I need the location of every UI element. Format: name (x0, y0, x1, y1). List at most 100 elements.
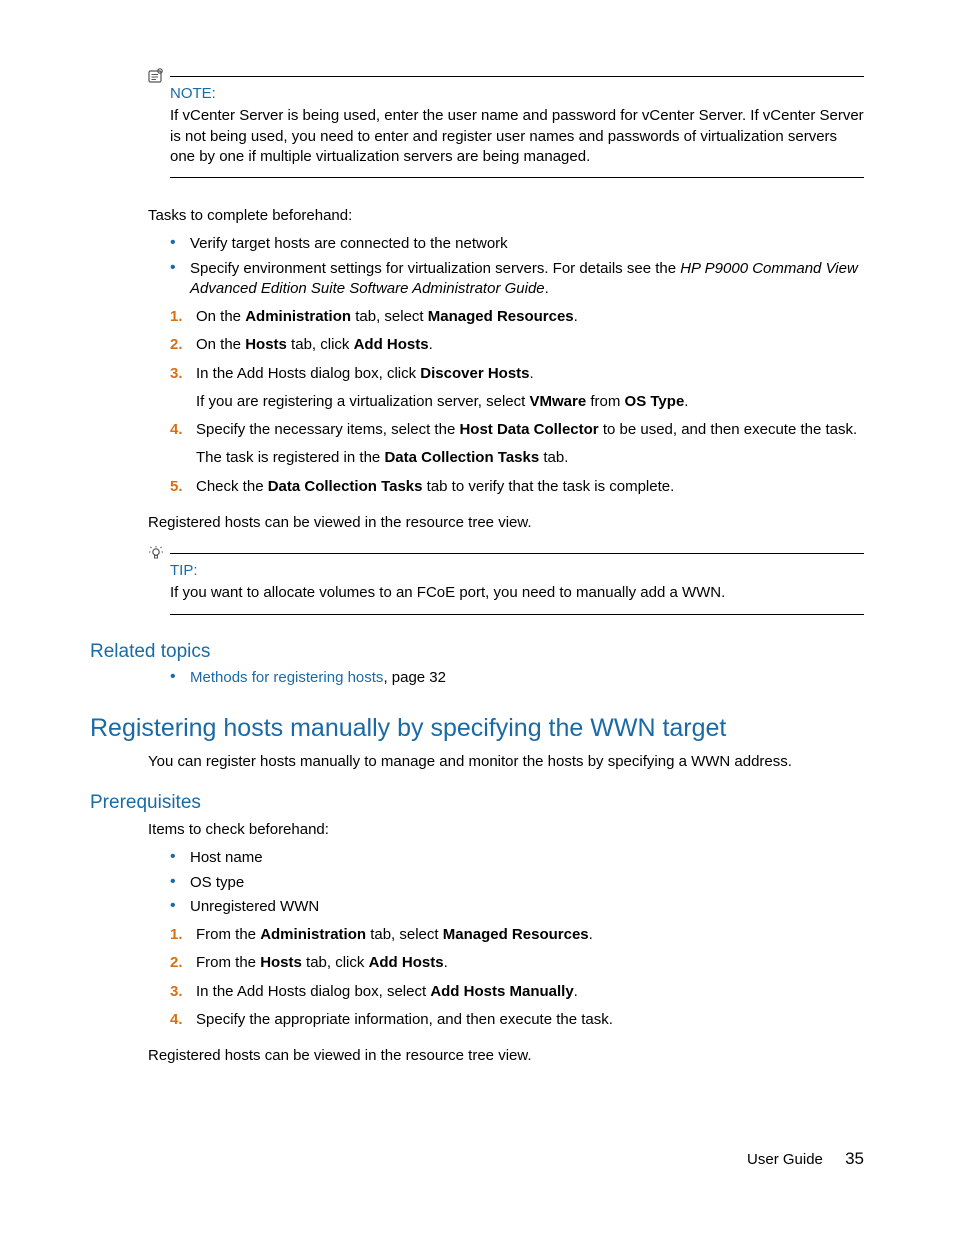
step-text: tab. (539, 449, 568, 466)
bullet-text: Verify target hosts are connected to the… (190, 235, 508, 252)
prerequisites-heading: Prerequisites (90, 790, 864, 816)
step-text: Specify the necessary items, select the (196, 421, 459, 438)
step-text: . (530, 365, 534, 382)
page-number: 35 (845, 1149, 864, 1168)
step-text: tab, click (287, 336, 354, 353)
tip-body: If you want to allocate volumes to an FC… (170, 583, 864, 603)
step-text: Specify the appropriate information, and… (196, 1011, 613, 1028)
step-bold: Hosts (260, 954, 302, 971)
prerequisites-body: Items to check beforehand: Host name OS … (148, 820, 864, 1066)
step-text: . (574, 308, 578, 325)
step-text: . (444, 954, 448, 971)
list-item: Host name (170, 848, 864, 868)
section2-intro: You can register hosts manually to manag… (148, 752, 864, 772)
steps-list-2: From the Administration tab, select Mana… (148, 925, 864, 1030)
related-topics-heading: Related topics (90, 639, 864, 665)
related-link[interactable]: Methods for registering hosts (190, 669, 383, 686)
note-rule-bottom (170, 177, 864, 178)
step-bold: Add Hosts Manually (430, 983, 573, 1000)
tasks-intro: Tasks to complete beforehand: (148, 206, 864, 226)
bullet-text: Host name (190, 849, 263, 866)
tasks-section: Tasks to complete beforehand: Verify tar… (148, 206, 864, 533)
step-item: Check the Data Collection Tasks tab to v… (170, 477, 864, 497)
footer-label: User Guide (747, 1151, 823, 1168)
step-bold: Data Collection Tasks (384, 449, 539, 466)
tip-callout: TIP: If you want to allocate volumes to … (148, 545, 864, 604)
prereq-intro: Items to check beforehand: (148, 820, 864, 840)
list-item: Unregistered WWN (170, 897, 864, 917)
bullet-text: Specify environment settings for virtual… (190, 260, 680, 277)
step-item: In the Add Hosts dialog box, click Disco… (170, 364, 864, 413)
tasks-bullets: Verify target hosts are connected to the… (148, 234, 864, 299)
step-text: tab to verify that the task is complete. (423, 478, 675, 495)
step-bold: Administration (260, 926, 366, 943)
step-text: to be used, and then execute the task. (599, 421, 858, 438)
note-label: NOTE: (170, 85, 216, 102)
tip-header (148, 545, 864, 561)
step-text: . (574, 983, 578, 1000)
step-text: If you are registering a virtualization … (196, 393, 530, 410)
step-bold: VMware (530, 393, 587, 410)
step-text: On the (196, 308, 245, 325)
tip-rule-bottom (170, 614, 864, 615)
step-sub: The task is registered in the Data Colle… (196, 448, 864, 468)
step-text: In the Add Hosts dialog box, select (196, 983, 430, 1000)
step-text: . (589, 926, 593, 943)
step-bold: Managed Resources (428, 308, 574, 325)
step-bold: Discover Hosts (420, 365, 529, 382)
note-body: If vCenter Server is being used, enter t… (170, 106, 864, 167)
note-header (148, 68, 864, 84)
related-topics-body: Methods for registering hosts, page 32 (148, 668, 864, 688)
steps-list-1: On the Administration tab, select Manage… (148, 307, 864, 497)
related-suffix: , page 32 (383, 669, 446, 686)
section-heading: Registering hosts manually by specifying… (90, 712, 864, 746)
step-item: On the Hosts tab, click Add Hosts. (170, 335, 864, 355)
bullet-text: . (545, 280, 549, 297)
step-bold: Add Hosts (369, 954, 444, 971)
bullet-text: Unregistered WWN (190, 898, 319, 915)
list-item: Specify environment settings for virtual… (170, 259, 864, 300)
note-callout: NOTE: If vCenter Server is being used, e… (148, 68, 864, 167)
step-bold: Administration (245, 308, 351, 325)
step-text: From the (196, 926, 260, 943)
step-bold: Add Hosts (354, 336, 429, 353)
step-item: Specify the necessary items, select the … (170, 420, 864, 469)
step-text: The task is registered in the (196, 449, 384, 466)
step-text: . (429, 336, 433, 353)
step-item: From the Administration tab, select Mana… (170, 925, 864, 945)
step-text: tab, select (351, 308, 428, 325)
bullet-text: OS type (190, 874, 244, 891)
step-bold: Hosts (245, 336, 287, 353)
step-text: tab, select (366, 926, 443, 943)
note-rule-top (170, 76, 864, 77)
list-item: OS type (170, 873, 864, 893)
after-steps-2: Registered hosts can be viewed in the re… (148, 1046, 864, 1066)
step-text: On the (196, 336, 245, 353)
lightbulb-icon (148, 545, 164, 561)
step-item: From the Hosts tab, click Add Hosts. (170, 953, 864, 973)
section2-intro-text: You can register hosts manually to manag… (148, 752, 864, 772)
step-bold: Data Collection Tasks (268, 478, 423, 495)
step-sub: If you are registering a virtualization … (196, 392, 864, 412)
note-icon (148, 68, 164, 84)
prereq-bullets: Host name OS type Unregistered WWN (148, 848, 864, 917)
step-text: . (684, 393, 688, 410)
step-item: In the Add Hosts dialog box, select Add … (170, 982, 864, 1002)
tip-rule-top (170, 553, 864, 554)
tip-label: TIP: (170, 562, 198, 579)
step-item: Specify the appropriate information, and… (170, 1010, 864, 1030)
list-item: Verify target hosts are connected to the… (170, 234, 864, 254)
page-footer: User Guide 35 (747, 1148, 864, 1171)
step-text: Check the (196, 478, 268, 495)
step-text: tab, click (302, 954, 369, 971)
list-item: Methods for registering hosts, page 32 (170, 668, 864, 688)
step-item: On the Administration tab, select Manage… (170, 307, 864, 327)
step-bold: Host Data Collector (459, 421, 598, 438)
page: NOTE: If vCenter Server is being used, e… (0, 0, 954, 1235)
step-text: In the Add Hosts dialog box, click (196, 365, 420, 382)
step-bold: Managed Resources (443, 926, 589, 943)
step-text: from (586, 393, 624, 410)
after-steps-1: Registered hosts can be viewed in the re… (148, 513, 864, 533)
step-text: From the (196, 954, 260, 971)
step-bold: OS Type (625, 393, 685, 410)
